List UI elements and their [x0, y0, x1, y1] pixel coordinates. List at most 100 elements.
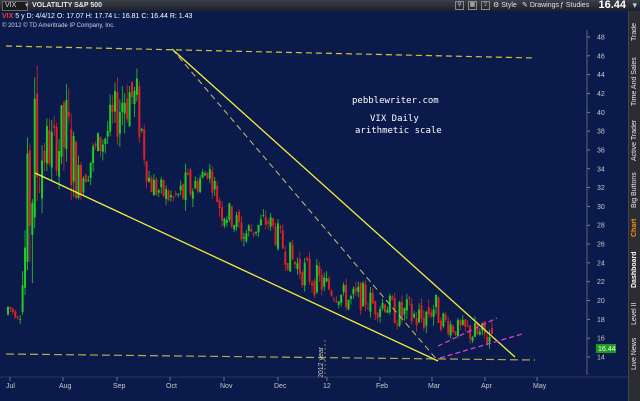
candle-body [126, 98, 129, 120]
candle-body [118, 112, 121, 134]
candle-body [211, 171, 214, 193]
candle-body [7, 306, 9, 315]
price-chart[interactable]: 2012 year pebblewriter.com VIX Daily ari… [0, 0, 640, 401]
candle-body [466, 325, 469, 327]
candle-body [328, 278, 331, 290]
y-tick-label: 26 [597, 242, 605, 249]
candle-body [371, 292, 374, 304]
candle-body [208, 169, 211, 179]
candle-body [218, 200, 221, 209]
candle-body [45, 125, 48, 164]
candle-body [454, 331, 457, 336]
candle-body [422, 318, 425, 329]
candle-body [121, 102, 124, 113]
candle-body [50, 131, 53, 168]
y-tick-label: 46 [597, 53, 605, 60]
grid-layout-icon[interactable]: ▦ [468, 1, 477, 10]
candle-body [245, 233, 248, 242]
drawings-button[interactable]: ✎ Drawings [522, 1, 559, 10]
candle-body [383, 304, 386, 313]
tab-dashboard[interactable]: Dashboard [629, 247, 640, 293]
candle-body [415, 318, 418, 326]
candle-body [199, 178, 202, 192]
candle-body [38, 190, 41, 192]
tab-active-trader[interactable]: Active Trader [629, 117, 640, 163]
copyright-text: © 2012 © TD Ameritrade IP Company, Inc. [2, 23, 115, 29]
tab-level-ii[interactable]: Level II [629, 299, 640, 329]
share-icon[interactable]: ⇪ [481, 1, 490, 10]
candle-body [135, 78, 138, 95]
candle-body [184, 172, 187, 201]
candle-body [55, 126, 58, 171]
symbol-dropdown-icon[interactable]: ▾ [25, 1, 29, 10]
link-icon[interactable]: ⚲ [455, 1, 464, 10]
candle-body [191, 191, 194, 199]
candle-body [284, 251, 287, 265]
y-tick-label: 48 [597, 35, 605, 42]
right-sidebar: Trade Time And Sales Active Trader Big B… [628, 11, 640, 401]
candle-body [152, 179, 155, 196]
candle-body [31, 203, 34, 236]
studies-label: Studies [565, 2, 590, 9]
x-tick-label: Nov [220, 383, 233, 390]
studies-button[interactable]: ƒ Studies [560, 1, 589, 10]
tab-time-and-sales[interactable]: Time And Sales [629, 53, 640, 111]
candle-body [26, 153, 29, 262]
style-button[interactable]: ⚙ Style [493, 1, 517, 10]
candle-body [70, 129, 73, 186]
tab-big-buttons[interactable]: Big Buttons [629, 169, 640, 211]
candle-body [255, 231, 258, 234]
candle-body [67, 111, 70, 117]
candle-body [364, 284, 367, 305]
y-tick-label: 32 [597, 185, 605, 192]
panel-menu-icon[interactable]: ▾ [632, 0, 637, 11]
candle-body [281, 230, 284, 249]
candle-body [335, 300, 338, 302]
watermark-title: VIX Daily [370, 114, 419, 124]
candle-body [366, 308, 369, 309]
tab-trade[interactable]: Trade [629, 15, 640, 49]
candle-body [403, 308, 406, 315]
candle-body [418, 309, 421, 323]
candle-body [359, 282, 362, 311]
y-tick-label: 40 [597, 110, 605, 117]
candle-body [303, 262, 306, 286]
candle-body [145, 161, 148, 182]
candle-body [148, 177, 151, 182]
candle-body [96, 133, 99, 152]
x-tick-label: Apr [481, 383, 493, 390]
ohlc-info-line: VIX 5 y D: 4/4/12 O: 17.07 H: 17.74 L: 1… [2, 13, 193, 20]
candle-body [298, 258, 301, 274]
last-price-tag: 16.44 [596, 344, 616, 353]
candle-body [75, 141, 78, 199]
candle-body [111, 104, 114, 113]
candle-body [323, 277, 326, 287]
chart-background [0, 11, 628, 401]
candle-body [315, 264, 318, 293]
y-tick-label: 36 [597, 147, 605, 154]
candle-body [140, 128, 143, 131]
candle-body [60, 105, 63, 157]
candle-body [308, 258, 311, 282]
candle-body [381, 303, 384, 309]
candle-body [401, 301, 404, 318]
candle-body [21, 285, 24, 312]
candle-body [413, 313, 416, 318]
candle-body [272, 218, 275, 226]
tab-chart[interactable]: Chart [629, 215, 640, 241]
candle-body [332, 298, 335, 300]
y-tick-label: 30 [597, 204, 605, 211]
candle-body [186, 172, 189, 175]
candle-body [14, 311, 17, 318]
info-date: 4/4/12 [35, 13, 55, 20]
candle-body [221, 207, 224, 221]
tab-live-news[interactable]: Live News [629, 335, 640, 373]
candle-body [143, 129, 146, 160]
style-label: Style [501, 2, 517, 9]
candle-body [116, 92, 119, 137]
candle-body [24, 247, 27, 288]
candle-body [318, 266, 321, 276]
candle-body [174, 193, 177, 195]
candle-body [369, 292, 372, 312]
candle-body [43, 150, 46, 163]
